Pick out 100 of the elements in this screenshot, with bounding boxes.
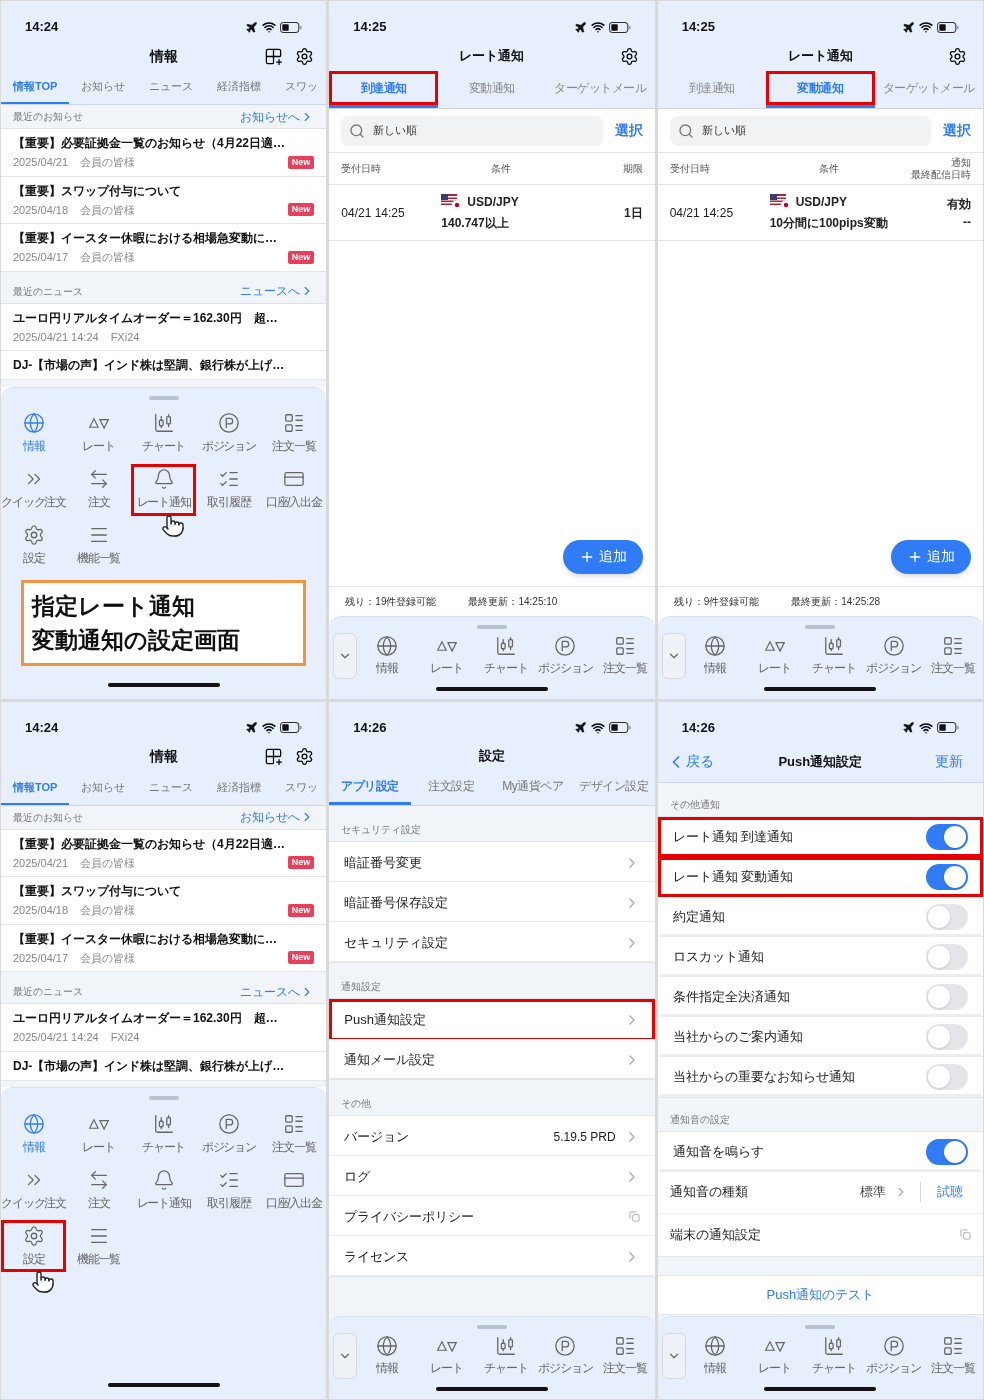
dock-item[interactable]: チャート [476, 1335, 536, 1377]
notice-item[interactable]: 【重要】スワップ付与について 2025/04/18 会員の皆様 New [1, 176, 327, 224]
dock-item[interactable]: チャート [804, 1335, 865, 1377]
tab[interactable]: ニュース [137, 771, 206, 805]
dock-item[interactable]: 注文一覧 [923, 1335, 983, 1377]
menu-item[interactable]: レート [66, 1108, 132, 1160]
tab[interactable]: 情報TOP [1, 771, 70, 805]
toggle-switch[interactable] [926, 1023, 968, 1050]
menu-item[interactable]: 設定 [1, 1220, 67, 1272]
dock-item[interactable]: ポジション [535, 634, 596, 677]
settings-row[interactable]: 暗証番号変更 [329, 841, 655, 882]
notice-item[interactable]: 【重要】イースター休暇における相場急変動に… 2025/04/17 会員の皆様 New [1, 924, 327, 972]
dock-item[interactable]: 情報 [685, 634, 746, 677]
tab[interactable]: 注文設定 [410, 769, 492, 805]
alert-row[interactable]: 04/21 14:25 USD/JPY 10分間に100pips変動 有効 -- [657, 185, 983, 241]
section-link[interactable]: お知らせへ [240, 107, 315, 126]
menu-item[interactable]: レート通知 [131, 1164, 197, 1216]
toggle-switch[interactable] [926, 823, 968, 850]
select-button[interactable]: 選択 [943, 120, 971, 141]
dock-item[interactable]: レート [745, 634, 805, 677]
settings-icon[interactable] [948, 46, 967, 66]
settings-row[interactable]: セキュリティ設定 [329, 921, 655, 962]
tab[interactable]: スワッ [273, 771, 327, 805]
menu-item[interactable]: 注文一覧 [261, 407, 327, 460]
news-item[interactable]: ユーロ円リアルタイムオーダー＝162.30円 超… 2025/04/21 14:24 FXi24 [1, 1004, 327, 1052]
settings-icon[interactable] [295, 46, 315, 66]
menu-item[interactable]: 機能一覧 [66, 519, 132, 572]
menu-item[interactable]: ポジション [196, 407, 262, 460]
menu-item[interactable]: 情報 [1, 407, 67, 460]
settings-row[interactable]: プライバシーポリシー [329, 1195, 655, 1236]
grid-plus-icon[interactable] [264, 46, 284, 66]
menu-item[interactable]: クイック注文 [1, 1164, 67, 1216]
preview-button[interactable]: 試聴 [937, 1182, 963, 1202]
dock-item[interactable]: 注文一覧 [595, 634, 655, 677]
settings-row[interactable]: バージョン 5.19.5 PRD [329, 1115, 655, 1156]
menu-item[interactable]: 注文 [66, 463, 132, 516]
sound-select[interactable]: 標準 [860, 1182, 921, 1202]
menu-item[interactable]: ポジション [196, 1108, 262, 1160]
menu-item[interactable]: 取引履歴 [196, 1164, 262, 1216]
menu-item[interactable]: 注文一覧 [261, 1108, 327, 1160]
settings-row[interactable]: ライセンス [329, 1235, 655, 1276]
settings-row[interactable]: Push通知設定 [329, 998, 655, 1039]
grid-plus-icon[interactable] [264, 747, 284, 766]
tab[interactable]: ニュース [137, 71, 206, 104]
menu-item[interactable]: 注文 [66, 1164, 132, 1216]
toggle-switch[interactable] [926, 863, 968, 890]
notice-item[interactable]: 【重要】イースター休暇における相場急変動に… 2025/04/17 会員の皆様 New [1, 224, 327, 272]
dock-item[interactable]: レート [416, 634, 477, 677]
settings-row[interactable]: ログ [329, 1155, 655, 1196]
alert-row[interactable]: 04/21 14:25 USD/JPY 140.747以上 1日 [329, 185, 655, 241]
tab[interactable]: お知らせ [69, 71, 138, 104]
select-button[interactable]: 選択 [614, 120, 643, 141]
menu-item[interactable]: レート通知 [131, 463, 197, 516]
test-button[interactable]: Push通知のテスト [657, 1274, 983, 1315]
menu-item[interactable]: 設定 [1, 519, 67, 572]
update-button[interactable]: 更新 [935, 751, 963, 772]
tab[interactable]: 変動通知 [766, 71, 875, 105]
menu-item[interactable]: チャート [131, 1108, 197, 1160]
settings-row[interactable]: 通知メール設定 [329, 1038, 655, 1079]
sort-field[interactable]: 新しい順 [669, 115, 931, 146]
menu-item[interactable]: 取引履歴 [196, 463, 262, 516]
settings-icon[interactable] [619, 46, 639, 66]
dock-item[interactable]: 情報 [357, 1335, 417, 1377]
dock-item[interactable]: 注文一覧 [923, 634, 983, 677]
dock-item[interactable]: ポジション [864, 634, 924, 677]
tab[interactable]: ターゲットメール [874, 71, 983, 105]
section-link[interactable]: ニュースへ [240, 982, 315, 1001]
sort-field[interactable]: 新しい順 [341, 115, 603, 146]
add-button[interactable]: 追加 [562, 539, 643, 574]
settings-icon[interactable] [295, 747, 315, 766]
tab[interactable]: 変動通知 [437, 71, 547, 105]
settings-row[interactable]: 暗証番号保存設定 [329, 881, 655, 922]
notice-item[interactable]: 【重要】必要証拠金一覧のお知らせ（4月22日適… 2025/04/21 会員の皆様 New [1, 129, 327, 177]
notice-item[interactable]: 【重要】スワップ付与について 2025/04/18 会員の皆様 New [1, 877, 327, 925]
menu-item[interactable]: クイック注文 [1, 463, 67, 516]
menu-item[interactable]: 機能一覧 [66, 1220, 132, 1272]
tab[interactable]: ターゲットメール [546, 71, 655, 105]
news-item[interactable]: ユーロ円リアルタイムオーダー＝162.30円 超… 2025/04/21 14:24 FXi24 [1, 303, 327, 351]
toggle-switch[interactable] [926, 1063, 968, 1090]
tab[interactable]: 経済指標 [205, 71, 274, 104]
tab[interactable]: 到達通知 [657, 71, 767, 105]
menu-item[interactable]: 口座/入出金 [261, 463, 327, 516]
dock-item[interactable]: 注文一覧 [595, 1335, 655, 1377]
menu-item[interactable]: 情報 [1, 1108, 67, 1160]
tab[interactable]: 到達通知 [329, 71, 438, 105]
notice-item[interactable]: 【重要】必要証拠金一覧のお知らせ（4月22日適… 2025/04/21 会員の皆様 New [1, 829, 327, 877]
dock-item[interactable]: ポジション [535, 1335, 596, 1377]
section-link[interactable]: ニュースへ [240, 282, 315, 300]
toggle-switch[interactable] [926, 983, 968, 1010]
dock-item[interactable]: チャート [804, 634, 865, 677]
toggle-switch[interactable] [926, 943, 968, 970]
toggle-switch[interactable] [926, 1138, 968, 1165]
dock-item[interactable]: レート [745, 1335, 805, 1377]
tab[interactable]: お知らせ [69, 771, 138, 805]
menu-item[interactable]: 口座/入出金 [261, 1164, 327, 1216]
tab[interactable]: デザイン設定 [573, 769, 655, 805]
tab[interactable]: スワッ [273, 71, 327, 104]
tab[interactable]: 経済指標 [205, 771, 274, 805]
settings-row[interactable]: 端末の通知設定 [657, 1213, 983, 1256]
tab[interactable]: アプリ設定 [329, 769, 411, 805]
